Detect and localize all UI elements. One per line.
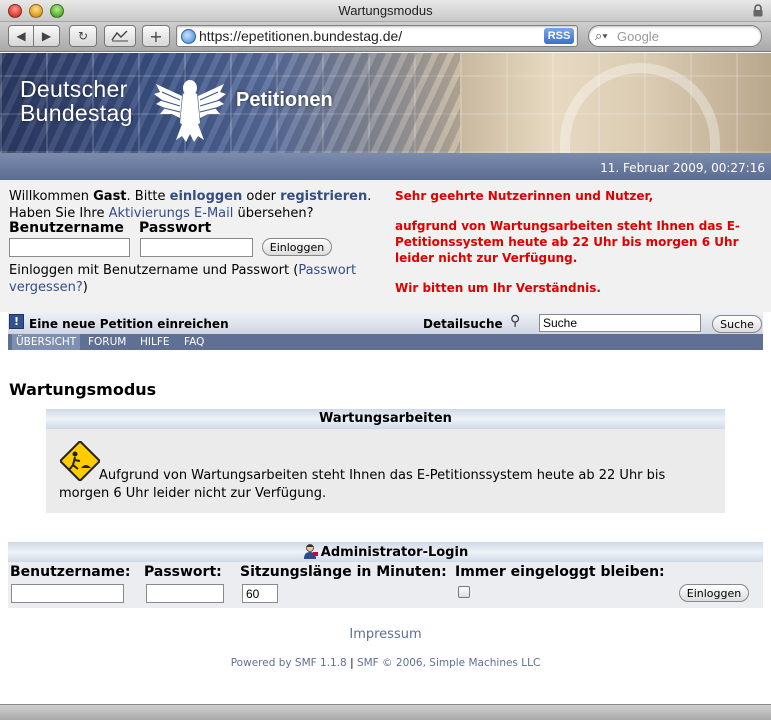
reload-icon: ↻ bbox=[77, 29, 89, 43]
logo-line-1: Deutscher bbox=[20, 76, 128, 102]
welcome-oder: oder bbox=[242, 189, 281, 204]
site-search-button[interactable]: Suche bbox=[712, 315, 762, 333]
window-title: Wartungsmodus bbox=[338, 3, 433, 18]
activation-prefix: Haben Sie Ihre bbox=[9, 206, 109, 221]
snapback-button[interactable] bbox=[104, 25, 136, 47]
admin-stay-logged-checkbox[interactable] bbox=[458, 586, 470, 598]
admin-password-input[interactable] bbox=[146, 584, 224, 603]
forward-arrow-icon: ▶ bbox=[41, 29, 52, 43]
maintenance-box-title: Wartungsarbeiten bbox=[46, 409, 725, 429]
browser-search-box[interactable]: ⌕▾ bbox=[588, 25, 762, 47]
username-label: Benutzername bbox=[9, 220, 124, 236]
welcome-prefix: Willkommen bbox=[9, 189, 94, 204]
notice-greeting: Sehr geehrte Nutzerinnen und Nutzer, bbox=[395, 189, 654, 203]
nav-tab-uebersicht[interactable]: ÜBERSICHT bbox=[12, 334, 81, 350]
back-arrow-icon: ◀ bbox=[16, 29, 26, 43]
rss-button[interactable]: RSS bbox=[544, 28, 574, 44]
globe-icon bbox=[181, 29, 196, 44]
lock-icon bbox=[753, 4, 763, 17]
detail-search-link[interactable]: Detailsuche bbox=[423, 317, 503, 331]
powered-by-link[interactable]: Powered by SMF 1.1.8 bbox=[231, 657, 347, 669]
add-bookmark-button[interactable]: + bbox=[142, 25, 170, 47]
back-button[interactable]: ◀ bbox=[8, 25, 34, 47]
nav-tab-forum[interactable]: FORUM bbox=[88, 336, 126, 348]
login-hint: Einloggen mit Benutzername und Passwort … bbox=[9, 262, 379, 296]
admin-login-title: Administrator-Login bbox=[320, 545, 469, 560]
login-button[interactable]: Einloggen bbox=[262, 238, 332, 256]
address-bar[interactable]: https://epetitionen.bundestag.de/ RSS bbox=[176, 25, 578, 47]
reload-button[interactable]: ↻ bbox=[69, 25, 97, 47]
petition-bar: ! Eine neue Petition einreichen Detailsu… bbox=[8, 312, 763, 334]
snapback-icon bbox=[111, 30, 128, 42]
search-icon[interactable]: ⌕▾ bbox=[595, 28, 608, 44]
date-bar: 11. Februar 2009, 00:27:16 bbox=[0, 153, 771, 180]
plus-icon: + bbox=[149, 26, 163, 46]
impressum-link[interactable]: Impressum bbox=[0, 627, 771, 642]
admin-session-length-input[interactable] bbox=[242, 584, 278, 603]
forward-button[interactable]: ▶ bbox=[33, 25, 60, 47]
welcome-text: Willkommen Gast. Bitte einloggen oder re… bbox=[9, 188, 389, 222]
login-link[interactable]: einloggen bbox=[170, 189, 243, 204]
admin-user-icon bbox=[303, 544, 318, 559]
welcome-bitte: . Bitte bbox=[126, 189, 170, 204]
maintenance-box: Aufgrund von Wartungsarbeiten steht Ihne… bbox=[46, 429, 725, 513]
activation-suffix: übersehen? bbox=[233, 206, 314, 221]
bundestag-logo-text[interactable]: Deutscher Bundestag bbox=[20, 77, 133, 125]
window-titlebar: Wartungsmodus bbox=[0, 0, 771, 22]
nav-tab-faq[interactable]: FAQ bbox=[184, 336, 204, 348]
login-hint-end: ) bbox=[82, 280, 88, 295]
welcome-period: . bbox=[367, 189, 372, 204]
maintenance-notice: Sehr geehrte Nutzerinnen und Nutzer, auf… bbox=[395, 188, 765, 310]
logo-line-2: Bundestag bbox=[20, 100, 133, 126]
nav-tab-hilfe[interactable]: HILFE bbox=[140, 336, 170, 348]
register-link[interactable]: registrieren bbox=[280, 189, 367, 204]
admin-login-button[interactable]: Einloggen bbox=[679, 584, 749, 602]
footer: Powered by SMF 1.1.8 | SMF © 2006, Simpl… bbox=[0, 657, 771, 669]
activation-email-link[interactable]: Aktivierungs E-Mail bbox=[109, 206, 234, 221]
new-petition-link[interactable]: Eine neue Petition einreichen bbox=[29, 317, 229, 331]
new-petition-icon[interactable]: ! bbox=[9, 314, 24, 329]
url-text[interactable]: https://epetitionen.bundestag.de/ bbox=[199, 28, 402, 44]
password-input[interactable] bbox=[140, 238, 253, 257]
browser-toolbar: ◀ ▶ ↻ + https://epetitionen.bundestag.de… bbox=[0, 22, 771, 52]
notice-closing: Wir bitten um Ihr Verständnis. bbox=[395, 281, 601, 295]
maintenance-text: Aufgrund von Wartungsarbeiten steht Ihne… bbox=[59, 468, 666, 501]
main-nav: ÜBERSICHT FORUM HILFE FAQ bbox=[8, 334, 763, 350]
footer-separator: | bbox=[346, 657, 357, 669]
admin-username-input[interactable] bbox=[11, 584, 124, 603]
notice-body: aufgrund von Wartungsarbeiten steht Ihne… bbox=[395, 219, 740, 265]
current-datetime: 11. Februar 2009, 00:27:16 bbox=[600, 161, 765, 175]
username-input[interactable] bbox=[9, 238, 130, 257]
federal-eagle-icon bbox=[154, 80, 226, 142]
admin-stay-logged-label: Immer eingeloggt bleiben: bbox=[455, 564, 665, 580]
user-info-box: Willkommen Gast. Bitte einloggen oder re… bbox=[0, 180, 771, 312]
password-label: Passwort bbox=[139, 220, 212, 236]
admin-login-header: Administrator-Login bbox=[8, 542, 763, 562]
banner-arch-image bbox=[560, 63, 720, 153]
admin-username-label: Benutzername: bbox=[10, 564, 131, 580]
guest-name: Gast bbox=[93, 189, 127, 204]
admin-login-form: Benutzername: Passwort: Sitzungslänge in… bbox=[8, 562, 763, 608]
browser-search-input[interactable] bbox=[615, 28, 755, 45]
smf-copyright-link[interactable]: SMF © 2006, Simple Machines LLC bbox=[357, 657, 540, 669]
admin-password-label: Passwort: bbox=[144, 564, 222, 580]
magnifier-icon[interactable]: ⚲ bbox=[510, 313, 520, 329]
site-banner: Deutscher Bundestag Petitionen bbox=[0, 53, 771, 153]
login-hint-text: Einloggen mit Benutzername und Passwort … bbox=[9, 263, 299, 278]
site-search-input[interactable] bbox=[539, 314, 701, 332]
browser-statusbar bbox=[0, 704, 771, 720]
admin-session-label: Sitzungslänge in Minuten: bbox=[240, 564, 447, 580]
page-title: Wartungsmodus bbox=[9, 380, 157, 399]
banner-section-title: Petitionen bbox=[236, 89, 333, 111]
